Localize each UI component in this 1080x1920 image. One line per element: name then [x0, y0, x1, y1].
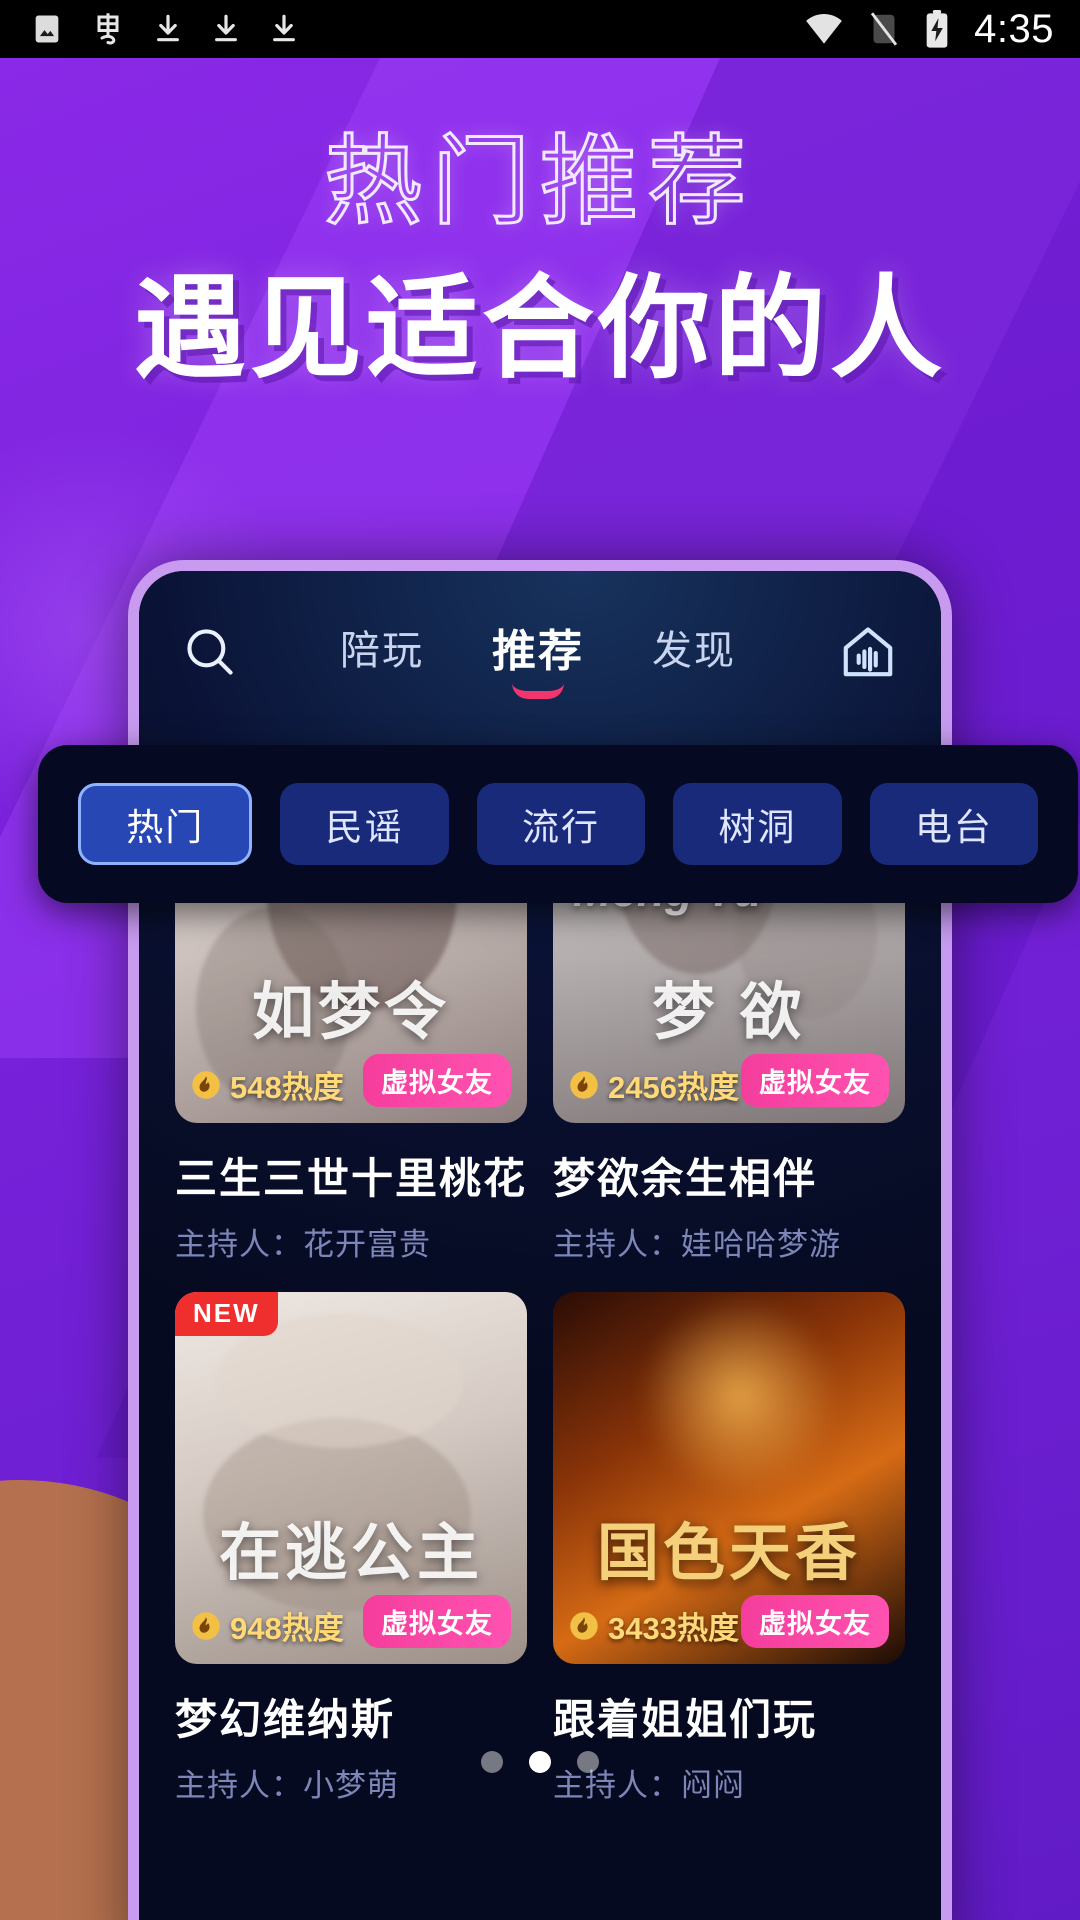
- card-thumbnail[interactable]: NEW 在逃公主 948热度 虚拟女友: [175, 1292, 527, 1664]
- flame-icon: [192, 1070, 220, 1099]
- card-thumbnail[interactable]: 国色天香 3433热度 虚拟女友: [553, 1292, 905, 1664]
- chip-label: 民谣: [325, 807, 404, 848]
- app-navbar: 陪玩 推荐 发现: [139, 599, 941, 709]
- thumb-art-text: 梦 欲: [652, 978, 806, 1047]
- home-radio-icon[interactable]: [837, 621, 899, 688]
- card-title: 跟着姐姐们玩: [553, 1696, 818, 1743]
- hero-title: 遇见适合你的人: [134, 265, 946, 391]
- tab-tuijian[interactable]: 推荐: [492, 615, 584, 699]
- download-icon: [215, 14, 237, 42]
- card-item[interactable]: NEW 在逃公主 948热度 虚拟女友 梦幻维纳斯 主持人：小梦萌: [175, 1292, 527, 1805]
- card-host: 主持人：闷闷: [553, 1768, 745, 1803]
- download-icon: [157, 14, 179, 42]
- status-bar-right-icons: 4:35: [802, 9, 1080, 49]
- hero-subtitle: 热门推荐: [322, 126, 756, 236]
- heat-value: 3433热度: [608, 1611, 739, 1646]
- chip-liuxing[interactable]: 流行: [476, 783, 646, 865]
- flame-icon: [192, 1611, 220, 1640]
- status-bar-left-icons: [0, 11, 300, 47]
- tab-peiwan[interactable]: 陪玩: [340, 618, 424, 690]
- pager-dot[interactable]: [577, 1751, 599, 1773]
- heat-indicator: 3433热度: [569, 1603, 739, 1648]
- thumb-figure: [637, 1299, 842, 1493]
- chip-shudong[interactable]: 树洞: [673, 783, 842, 865]
- recommend-card-grid: NEW 如梦令 548热度 虚拟女友 三生三世十里桃花 主持人：花开富贵: [139, 751, 941, 1805]
- card-host: 主持人：花开富贵: [175, 1227, 431, 1262]
- heat-value: 2456热度: [608, 1070, 739, 1105]
- screenshot-root: 热门推荐 遇见适合你的人 陪玩 推荐 发现 如梦令 548热度 虚拟女友 三生三…: [0, 0, 1080, 1920]
- chip-label: 树洞: [718, 807, 797, 848]
- download-icon: [273, 14, 295, 42]
- chip-label: 热门: [126, 807, 205, 848]
- wifi-icon: [806, 14, 842, 44]
- pager-dot-active[interactable]: [529, 1751, 551, 1773]
- status-bar-clock: 4:35: [974, 7, 1054, 51]
- hero-section: 热门推荐 遇见适合你的人: [0, 126, 1080, 391]
- tab-faxian[interactable]: 发现: [652, 618, 736, 690]
- chip-label: 电台: [914, 807, 993, 848]
- chip-diantai[interactable]: 电台: [869, 783, 1039, 865]
- heat-value: 948热度: [230, 1611, 344, 1646]
- chip-remen[interactable]: 热门: [78, 783, 253, 865]
- card-title: 梦欲余生相伴: [553, 1155, 818, 1202]
- heat-indicator: 548热度: [191, 1062, 344, 1107]
- card-tag: 虚拟女友: [363, 1595, 511, 1648]
- card-item[interactable]: 国色天香 3433热度 虚拟女友 跟着姐姐们玩 主持人：闷闷: [553, 1292, 905, 1805]
- card-tag: 虚拟女友: [363, 1054, 511, 1107]
- flame-icon: [570, 1611, 598, 1640]
- thumb-art-text: 如梦令: [251, 978, 450, 1047]
- card-title: 三生三世十里桃花: [175, 1155, 528, 1202]
- flame-icon: [570, 1070, 598, 1099]
- card-host: 主持人：娃哈哈梦游: [553, 1227, 841, 1262]
- pager-dot[interactable]: [481, 1751, 503, 1773]
- card-title: 梦幻维纳斯: [175, 1696, 396, 1743]
- carousel-pager: [481, 1751, 599, 1773]
- android-status-bar: 4:35: [0, 0, 1080, 58]
- card-tag: 虚拟女友: [741, 1595, 889, 1648]
- card-host: 主持人：小梦萌: [175, 1768, 399, 1803]
- heat-indicator: 948热度: [191, 1603, 344, 1648]
- category-chip-bar: 热门 民谣 流行 树洞 电台: [38, 745, 1078, 903]
- tab-label: 发现: [652, 629, 736, 673]
- heat-value: 548热度: [230, 1070, 344, 1105]
- chip-label: 流行: [522, 807, 601, 848]
- ime-chinese-icon: [97, 13, 119, 45]
- image-icon: [35, 15, 59, 43]
- chip-minyao[interactable]: 民谣: [280, 783, 449, 865]
- card-tag: 虚拟女友: [741, 1054, 889, 1107]
- nav-tabs: 陪玩 推荐 发现: [239, 615, 837, 699]
- search-icon[interactable]: [181, 623, 239, 686]
- sim-off-icon: [871, 12, 898, 46]
- thumb-art-text: 国色天香: [596, 1519, 861, 1588]
- battery-charging-icon: [926, 10, 948, 48]
- heat-indicator: 2456热度: [569, 1062, 739, 1107]
- thumb-art-text: 在逃公主: [218, 1519, 483, 1588]
- tab-active-underline: [512, 683, 564, 699]
- tab-label: 推荐: [492, 627, 584, 676]
- tab-label: 陪玩: [340, 629, 424, 673]
- new-badge: NEW: [175, 1292, 278, 1336]
